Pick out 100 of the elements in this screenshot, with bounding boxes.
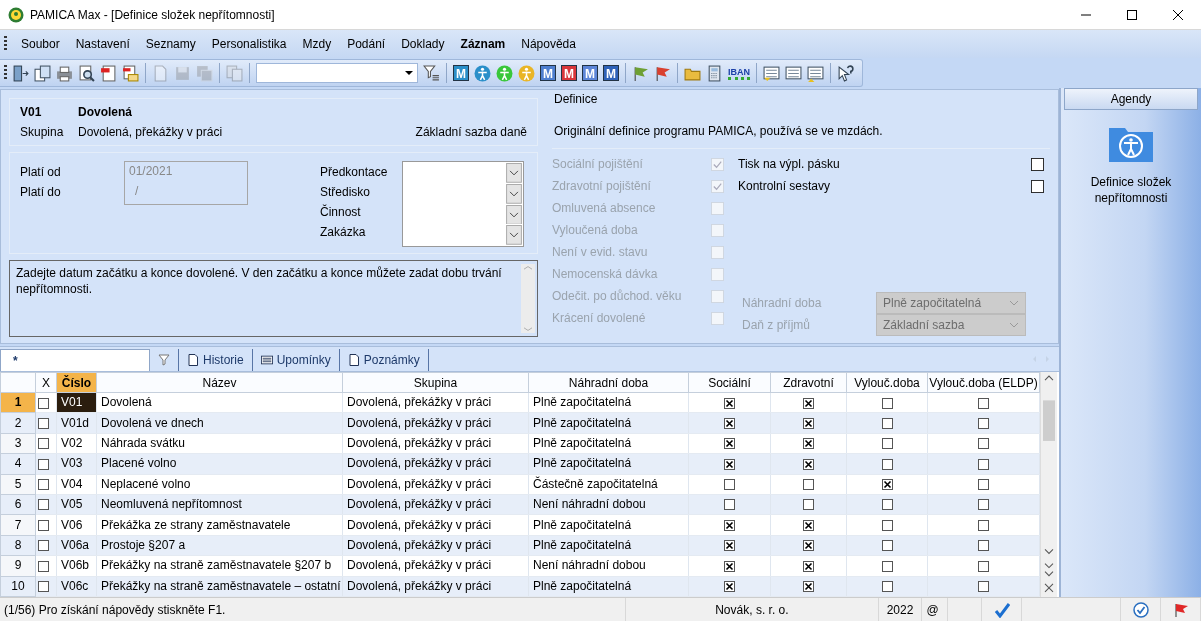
check-circle-icon[interactable] <box>1132 601 1149 618</box>
help-pointer-icon[interactable] <box>837 64 854 82</box>
checkbox[interactable] <box>724 417 735 429</box>
checkbox[interactable] <box>38 519 49 531</box>
checkbox[interactable] <box>978 438 989 450</box>
maximize-icon[interactable] <box>1127 9 1137 20</box>
m-tile-icon[interactable]: M <box>582 65 598 81</box>
checkbox[interactable] <box>803 499 814 511</box>
checkbox[interactable] <box>38 397 49 409</box>
door-icon[interactable] <box>12 64 29 82</box>
dropdown-chevron-icon[interactable] <box>506 225 522 245</box>
magnifier-page-icon[interactable] <box>78 64 95 82</box>
checkbox[interactable] <box>978 519 989 531</box>
close-icon[interactable] <box>1173 9 1183 20</box>
row-number[interactable]: 4 <box>0 453 36 475</box>
row-number[interactable]: 9 <box>0 555 36 576</box>
checkbox[interactable] <box>38 560 49 572</box>
checkbox[interactable] <box>881 581 893 593</box>
menu-item[interactable]: Podání <box>339 37 394 51</box>
checkbox[interactable] <box>724 397 735 409</box>
checkbox[interactable] <box>881 479 893 491</box>
dropdown-chevron-icon[interactable] <box>506 163 522 183</box>
dropdown-chevron-icon[interactable] <box>506 183 522 204</box>
column-header[interactable]: Skupina <box>342 372 529 393</box>
checkbox[interactable] <box>724 519 735 531</box>
column-header[interactable]: Náhradní doba <box>528 372 689 393</box>
agenda-item[interactable]: Definice složek nepřítomnosti <box>1076 174 1186 206</box>
checkbox[interactable] <box>38 499 49 511</box>
list-up-icon[interactable] <box>807 64 824 82</box>
checkbox[interactable] <box>881 519 893 531</box>
row-number[interactable]: 7 <box>0 514 36 536</box>
checkbox[interactable] <box>803 397 814 409</box>
menu-item[interactable]: Mzdy <box>294 37 340 51</box>
menu-item[interactable]: Doklady <box>393 37 453 51</box>
checkbox[interactable] <box>38 417 49 429</box>
checkbox[interactable] <box>1031 157 1044 171</box>
m-tile-icon[interactable]: M <box>561 65 577 81</box>
checkbox[interactable] <box>724 499 735 511</box>
column-header[interactable]: Sociální <box>688 372 771 393</box>
checkbox[interactable] <box>724 540 735 552</box>
column-header[interactable]: Vylouč.doba <box>846 372 928 393</box>
list-icon[interactable] <box>785 64 802 82</box>
description-field[interactable]: Zadejte datum začátku a konce dovolené. V den začátku a konce můžete zadat dobu trvání nepřítomnosti. <box>9 260 538 337</box>
checkbox[interactable] <box>803 438 814 450</box>
checkbox[interactable] <box>978 540 989 552</box>
agenda-header[interactable]: Agendy <box>1064 88 1198 110</box>
dimension-list-field[interactable] <box>402 161 524 247</box>
flag-icon[interactable] <box>1172 601 1189 618</box>
checkbox[interactable] <box>803 417 814 429</box>
checkbox[interactable] <box>978 560 989 572</box>
checkbox[interactable] <box>978 499 989 511</box>
column-header[interactable]: X <box>35 372 57 393</box>
checkbox[interactable] <box>978 581 989 593</box>
checkbox[interactable] <box>38 438 49 450</box>
checkbox[interactable] <box>724 438 735 450</box>
row-number[interactable]: 1 <box>0 392 36 413</box>
m-tile-icon[interactable]: M <box>603 65 619 81</box>
menu-item[interactable]: Nastavení <box>67 37 138 51</box>
scrollbar[interactable] <box>1040 372 1057 597</box>
checkbox[interactable] <box>978 397 989 409</box>
checkbox[interactable] <box>803 540 814 552</box>
pdf-envelope-icon[interactable] <box>122 64 139 82</box>
checkbox[interactable] <box>1031 179 1044 193</box>
checkbox[interactable] <box>803 479 814 491</box>
menu-item[interactable]: Personalistika <box>203 37 295 51</box>
checkbox[interactable] <box>38 458 49 470</box>
checkbox[interactable] <box>978 417 989 429</box>
checkbox[interactable] <box>881 417 893 429</box>
menu-item[interactable]: Soubor <box>13 37 68 51</box>
row-number[interactable]: 6 <box>0 494 36 515</box>
row-number[interactable]: 3 <box>0 433 36 454</box>
checkbox[interactable] <box>724 581 735 593</box>
checkbox[interactable] <box>881 499 893 511</box>
row-number[interactable]: 2 <box>0 412 36 434</box>
menu-item[interactable]: Seznamy <box>137 37 204 51</box>
checkbox[interactable] <box>38 581 49 593</box>
checkbox[interactable] <box>881 560 893 572</box>
list-down-icon[interactable] <box>763 64 780 82</box>
checkbox[interactable] <box>978 479 989 491</box>
pdf-document-icon[interactable] <box>100 64 117 82</box>
filter-icon[interactable] <box>423 64 440 82</box>
checkbox[interactable] <box>881 458 893 470</box>
scrollbar[interactable] <box>521 264 535 333</box>
row-number[interactable]: 8 <box>0 535 36 556</box>
column-header[interactable]: Vylouč.doba (ELDP) <box>927 372 1040 393</box>
row-number[interactable]: 10 <box>0 576 36 597</box>
checkbox[interactable] <box>724 560 735 572</box>
checkbox[interactable] <box>881 397 893 409</box>
row-number[interactable]: 5 <box>0 474 36 495</box>
flag-icon[interactable] <box>654 64 671 82</box>
m-tile-icon[interactable]: M <box>453 65 469 81</box>
menu-item[interactable]: Nápověda <box>513 37 584 51</box>
checkbox[interactable] <box>724 458 735 470</box>
checkbox[interactable] <box>803 581 814 593</box>
column-header[interactable]: Číslo <box>56 372 97 393</box>
m-tile-icon[interactable]: M <box>540 65 556 81</box>
checkbox[interactable] <box>38 479 49 491</box>
checkbox[interactable] <box>724 479 735 491</box>
checkbox[interactable] <box>38 540 49 552</box>
dropdown-chevron-icon[interactable] <box>506 204 522 225</box>
